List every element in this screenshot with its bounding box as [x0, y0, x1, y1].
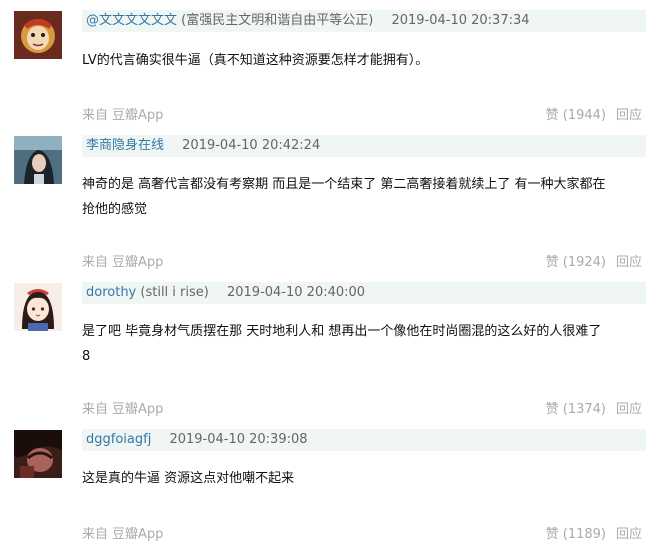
vote-button[interactable]: 赞 (1944)	[546, 108, 606, 123]
comment-footer: 来自 豆瓣App 赞 (1944) 回应	[82, 106, 646, 126]
username-link[interactable]: @文文文文文文	[86, 13, 177, 28]
vote-button[interactable]: 赞 (1374)	[546, 402, 606, 417]
vote-button[interactable]: 赞 (1924)	[546, 255, 606, 270]
reply-button[interactable]: 回应	[616, 527, 642, 542]
avatar[interactable]	[14, 283, 62, 331]
reply-button[interactable]: 回应	[616, 402, 642, 417]
source-label: 来自	[82, 255, 109, 270]
source-app-link[interactable]: 豆瓣App	[112, 527, 163, 542]
reply-button[interactable]: 回应	[616, 255, 642, 270]
source-label: 来自	[82, 108, 109, 123]
avatar[interactable]	[14, 430, 62, 478]
comment-header: dggfoiagfj 2019-04-10 20:39:08	[82, 429, 646, 451]
comment-header: dorothy (still i rise) 2019-04-10 20:40:…	[82, 282, 646, 304]
comment-footer: 来自 豆瓣App 赞 (1374) 回应	[82, 400, 646, 420]
comment-content: 是了吧 毕竟身材气质摆在那 天时地利人和 想再出一个像他在时尚圈混的这么好的人很…	[82, 319, 648, 369]
source-label: 来自	[82, 527, 109, 542]
user-signature: (still i rise)	[140, 285, 209, 300]
comment-text-line: 8	[82, 349, 91, 364]
comment-time: 2019-04-10 20:39:08	[169, 432, 308, 447]
comment-header: 李商隐身在线 2019-04-10 20:42:24	[82, 135, 646, 157]
comment-text-line: 这是真的牛逼 资源这点对他嘲不起来	[82, 471, 295, 486]
avatar[interactable]	[14, 11, 62, 59]
source-label: 来自	[82, 402, 109, 417]
source-app-link[interactable]: 豆瓣App	[112, 402, 163, 417]
source-app-link[interactable]: 豆瓣App	[112, 108, 163, 123]
comment-content: 神奇的是 高奢代言都没有考察期 而且是一个结束了 第二高奢接着就续上了 有一种大…	[82, 172, 648, 222]
comment-time: 2019-04-10 20:37:34	[391, 13, 530, 28]
comment-header: @文文文文文文 (富强民主文明和谐自由平等公正) 2019-04-10 20:3…	[82, 10, 646, 32]
comment-time: 2019-04-10 20:40:00	[226, 285, 366, 300]
comment-footer: 来自 豆瓣App 赞 (1189) 回应	[82, 525, 646, 545]
username-link[interactable]: dorothy	[86, 285, 136, 300]
comment-text-line: 神奇的是 高奢代言都没有考察期 而且是一个结束了 第二高奢接着就续上了 有一种大…	[82, 177, 606, 192]
comment-time: 2019-04-10 20:42:24	[182, 138, 321, 153]
reply-button[interactable]: 回应	[616, 108, 642, 123]
comment-text-line: 是了吧 毕竟身材气质摆在那 天时地利人和 想再出一个像他在时尚圈混的这么好的人很…	[82, 324, 602, 339]
comment-text-line: 抢他的感觉	[82, 202, 148, 217]
comment-text-line: LV的代言确实很牛逼（真不知道这种资源要怎样才能拥有）。	[82, 53, 429, 68]
avatar[interactable]	[14, 136, 62, 184]
comment-footer: 来自 豆瓣App 赞 (1924) 回应	[82, 253, 646, 273]
username-link[interactable]: dggfoiagfj	[86, 432, 151, 447]
comment-content: 这是真的牛逼 资源这点对他嘲不起来	[82, 466, 648, 491]
comment-content: LV的代言确实很牛逼（真不知道这种资源要怎样才能拥有）。	[82, 48, 648, 73]
source-app-link[interactable]: 豆瓣App	[112, 255, 163, 270]
user-signature: (富强民主文明和谐自由平等公正)	[181, 13, 374, 28]
username-link[interactable]: 李商隐身在线	[86, 138, 164, 153]
vote-button[interactable]: 赞 (1189)	[546, 527, 606, 542]
